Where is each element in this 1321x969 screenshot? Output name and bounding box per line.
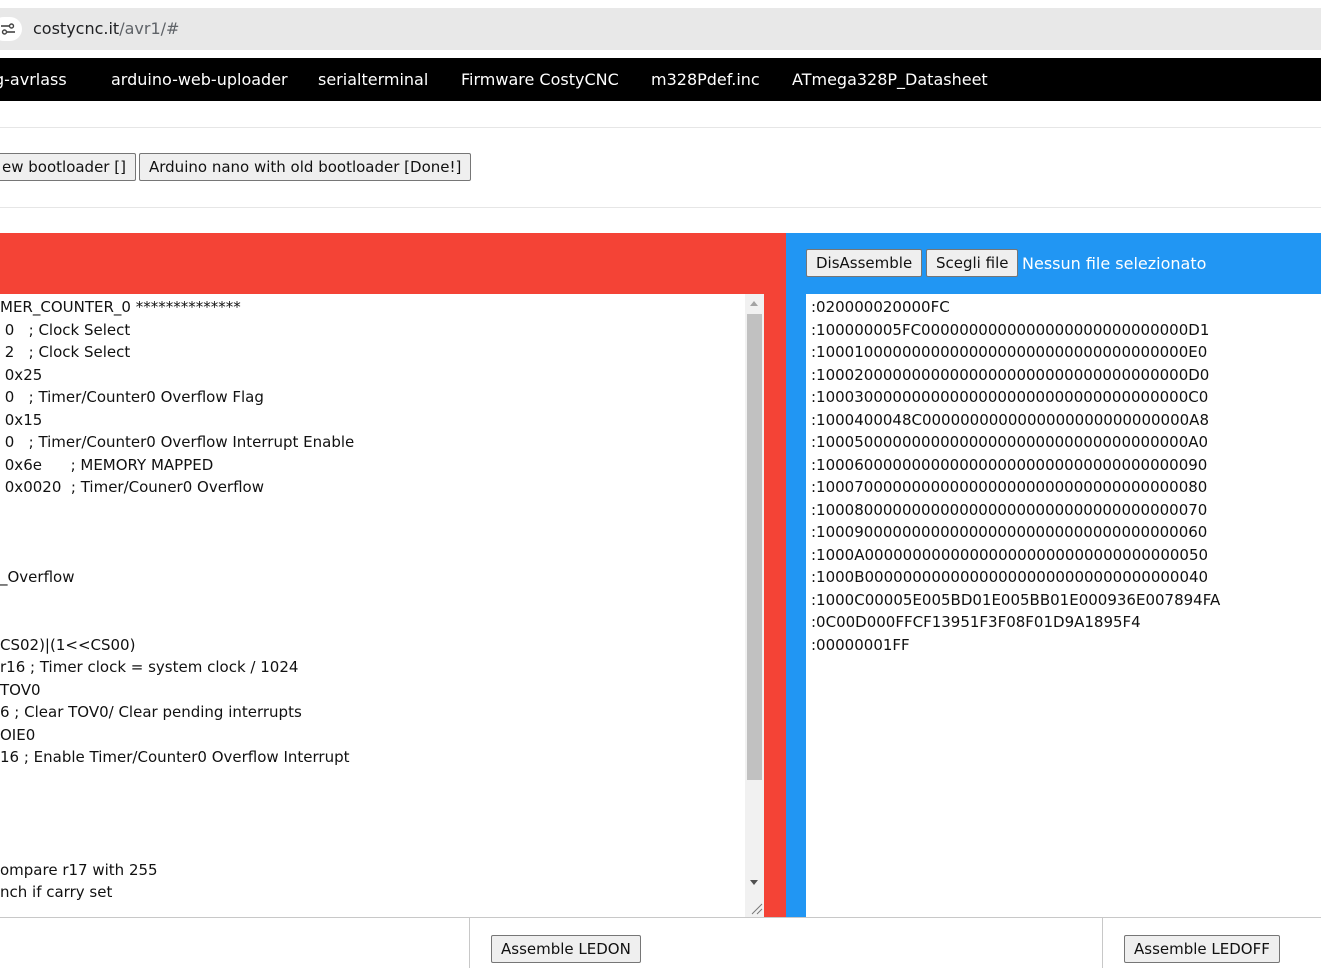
asm-line: 0 ; Clock Select: [0, 320, 131, 339]
asm-line: ompare r17 with 255: [0, 860, 158, 879]
resize-grip-icon[interactable]: [749, 900, 763, 915]
divider: [1102, 918, 1103, 968]
asm-source-textarea[interactable]: MER_COUNTER_0 ************** 0 ; Clock S…: [0, 294, 764, 918]
hex-line: :100030000000000000000000000000000000000…: [811, 388, 1209, 406]
choose-file-button[interactable]: Scegli file: [926, 249, 1019, 277]
hex-line: :1000A0000000000000000000000000000000000…: [811, 545, 1209, 564]
scroll-down-arrow-icon[interactable]: [750, 880, 758, 885]
assemble-ledoff-button[interactable]: Assemble LEDOFF: [1124, 935, 1280, 963]
hex-line: :020000020000FC: [811, 298, 950, 316]
asm-line: 0x6e ; MEMORY MAPPED: [0, 455, 214, 474]
asm-line: TOV0: [0, 680, 41, 699]
asm-line: nch if carry set: [0, 883, 113, 901]
file-status-text: Nessun file selezionato: [1022, 254, 1207, 273]
asm-line: 0x25: [0, 365, 43, 384]
hex-line: :1000400048C0000000000000000000000000000…: [811, 410, 1209, 429]
asm-line: MER_COUNTER_0 **************: [0, 298, 241, 316]
scroll-thumb[interactable]: [747, 314, 762, 780]
asm-line: 6 ; Clear TOV0/ Clear pending interrupts: [0, 703, 302, 721]
hex-line: :100070000000000000000000000000000000000…: [811, 478, 1208, 496]
asm-line: 0x0020 ; Timer/Couner0 Overflow: [0, 478, 264, 496]
old-bootloader-button[interactable]: Arduino nano with old bootloader [Done!]: [139, 153, 472, 181]
hex-line: :100020000000000000000000000000000000000…: [811, 365, 1210, 384]
asm-line: CS02)|(1<<CS00): [0, 635, 136, 654]
hex-line: :0C00D000FFCF13951F3F08F01D9A1895F4: [811, 613, 1141, 631]
asm-line: 0x15: [0, 410, 43, 429]
hex-output-textarea[interactable]: :020000020000FC :100000005FC0000000000000…: [806, 294, 1321, 918]
assemble-ledon-button[interactable]: Assemble LEDON: [491, 935, 641, 963]
nav-link-firmware-costycnc[interactable]: Firmware CostyCNC: [461, 70, 619, 89]
asm-line: 16 ; Enable Timer/Counter0 Overflow Inte…: [0, 748, 350, 766]
hex-line: :100000005FC0000000000000000000000000000…: [811, 320, 1210, 339]
top-nav: g-avrlass arduino-web-uploader serialter…: [0, 58, 1321, 101]
asm-scrollbar[interactable]: [745, 294, 764, 918]
asm-line: _Overflow: [0, 568, 75, 586]
asm-line: r16 ; Timer clock = system clock / 1024: [0, 658, 299, 676]
url-host: costycnc.it: [33, 19, 120, 38]
asm-line: 2 ; Clock Select: [0, 343, 131, 361]
hex-line: :1000B0000000000000000000000000000000000…: [811, 568, 1209, 586]
new-bootloader-button[interactable]: ew bootloader []: [0, 153, 136, 181]
disassemble-button[interactable]: DisAssemble: [806, 249, 923, 277]
divider: [0, 127, 1321, 128]
nav-link-arduino-web-uploader[interactable]: arduino-web-uploader: [111, 70, 288, 89]
scroll-up-arrow-icon[interactable]: [750, 301, 758, 306]
url-text[interactable]: costycnc.it/avr1/#: [33, 19, 179, 38]
nav-link-m328pdef[interactable]: m328Pdef.inc: [651, 70, 760, 89]
nav-link-serialterminal[interactable]: serialterminal: [318, 70, 428, 89]
hex-line: :100080000000000000000000000000000000000…: [811, 500, 1208, 519]
hex-line: :100010000000000000000000000000000000000…: [811, 343, 1208, 361]
browser-chrome: costycnc.it/avr1/#: [0, 0, 1321, 58]
asm-line: OIE0: [0, 725, 36, 744]
hex-line: :100060000000000000000000000000000000000…: [811, 455, 1208, 474]
address-bar[interactable]: costycnc.it/avr1/#: [0, 8, 1321, 50]
hex-line: :100090000000000000000000000000000000000…: [811, 523, 1208, 541]
hex-line: :1000C00005E005BD01E005BB01E000936E00789…: [811, 590, 1221, 609]
asm-line: 0 ; Timer/Counter0 Overflow Flag: [0, 388, 264, 406]
bottom-toolbar: [0, 917, 1321, 969]
asm-line: 0 ; Timer/Counter0 Overflow Interrupt En…: [0, 433, 355, 451]
hex-line: :00000001FF: [811, 635, 910, 654]
site-settings-icon[interactable]: [0, 17, 22, 41]
divider: [0, 207, 1321, 208]
hex-line: :100050000000000000000000000000000000000…: [811, 433, 1209, 451]
nav-link-datasheet[interactable]: ATmega328P_Datasheet: [792, 70, 988, 89]
divider: [469, 918, 470, 968]
nav-link-avrlass[interactable]: g-avrlass: [0, 70, 67, 89]
url-path: /avr1/#: [119, 19, 180, 38]
